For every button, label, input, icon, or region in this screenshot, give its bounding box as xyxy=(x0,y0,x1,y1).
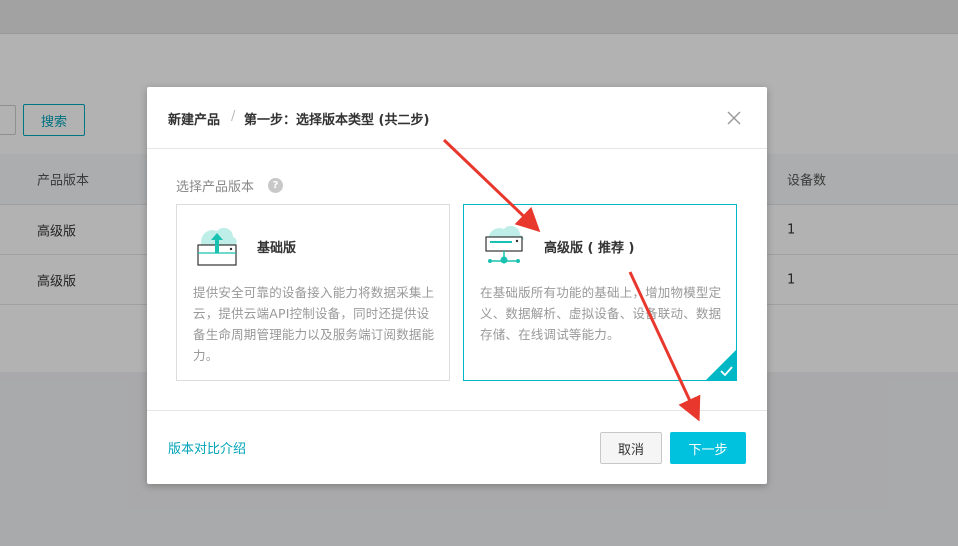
next-step-button[interactable]: 下一步 xyxy=(670,432,746,464)
version-card-advanced[interactable]: 高级版 ( 推荐 ) 在基础版所有功能的基础上，增加物模型定义、数据解析、虚拟设… xyxy=(463,204,737,381)
breadcrumb-separator: / xyxy=(231,109,236,124)
help-icon[interactable]: ? xyxy=(268,178,283,193)
dialog-title: 新建产品 xyxy=(168,113,221,128)
cancel-button[interactable]: 取消 xyxy=(600,432,662,464)
checkmark-icon xyxy=(720,366,733,376)
card-title: 基础版 xyxy=(257,241,297,256)
card-description: 在基础版所有功能的基础上，增加物模型定义、数据解析、虚拟设备、设备联动、数据存储… xyxy=(480,285,722,342)
dialog-header: 新建产品 / 第一步：选择版本类型 (共二步) xyxy=(147,87,767,149)
create-product-dialog: 新建产品 / 第一步：选择版本类型 (共二步) 选择产品版本 ? 基础版 提供安… xyxy=(147,87,767,484)
version-compare-link[interactable]: 版本对比介绍 xyxy=(168,438,246,457)
close-icon[interactable] xyxy=(725,109,743,127)
card-description: 提供安全可靠的设备接入能力将数据采集上云，提供云端API控制设备，同时还提供设备… xyxy=(193,285,435,363)
cloud-network-icon xyxy=(485,225,524,264)
dialog-step-title: 第一步：选择版本类型 (共二步) xyxy=(244,113,430,128)
section-label: 选择产品版本 xyxy=(176,180,255,195)
card-title: 高级版 ( 推荐 ) xyxy=(544,241,635,256)
cloud-upload-icon xyxy=(197,227,237,266)
version-card-basic[interactable]: 基础版 提供安全可靠的设备接入能力将数据采集上云，提供云端API控制设备，同时还… xyxy=(176,204,450,381)
dialog-footer: 版本对比介绍 取消 下一步 xyxy=(147,410,767,485)
